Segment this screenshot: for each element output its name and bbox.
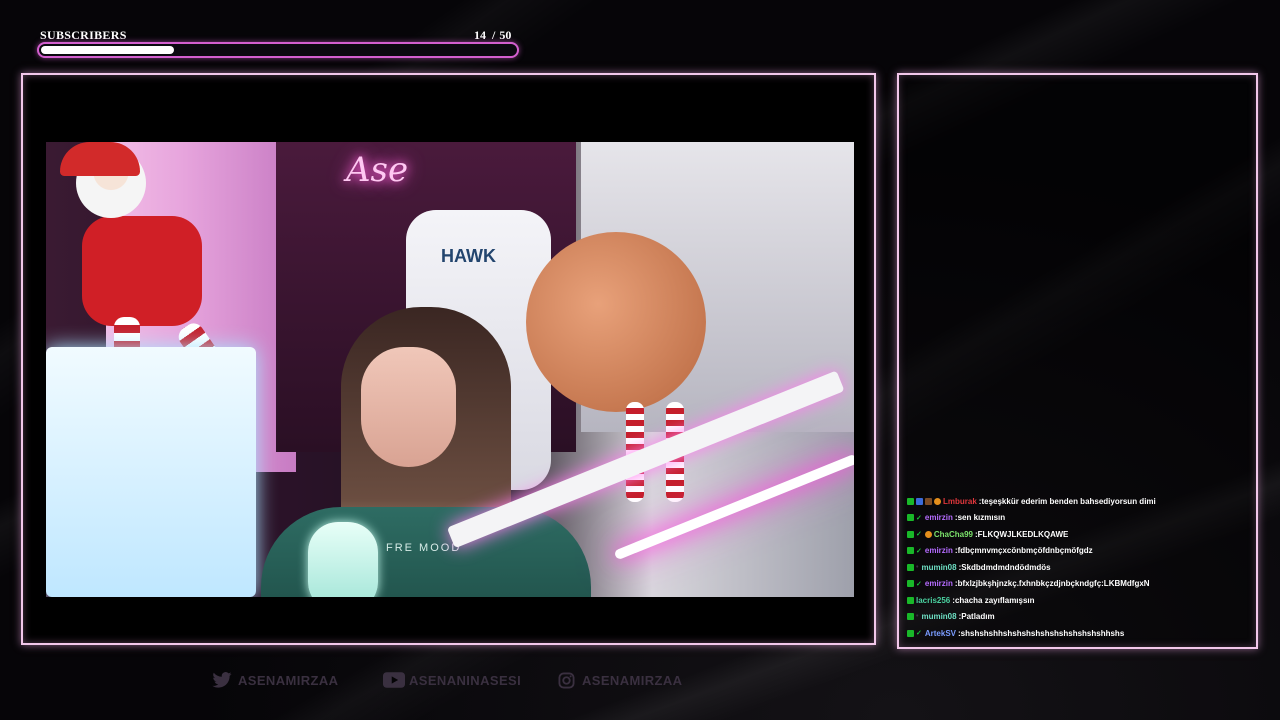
chat-username[interactable]: ArtekSV xyxy=(925,629,956,638)
chat-messages: Lmburak: teşeşkkür ederim benden bahsedi… xyxy=(907,493,1252,642)
chat-message: ✓ ArtekSV: shshshshhshshshshshshshshshshs… xyxy=(907,625,1252,642)
chat-message: • mumin08: Patladım xyxy=(907,609,1252,626)
sweater-print: FRE MOOD xyxy=(386,542,462,554)
chat-message: ✓ emirzin: bfxlzjbkşhjnzkç.fxhnbkçzdjnbçk… xyxy=(907,576,1252,593)
chat-text: teşeşkkür ederim benden bahsediyorsun di… xyxy=(981,496,1156,506)
social-youtube-label: ASENANINASESI xyxy=(409,672,522,688)
chat-message: lacris256: chacha zayıflamışsın xyxy=(907,592,1252,609)
chat-username[interactable]: emirzin xyxy=(925,546,953,555)
chat-text: chacha zayıflamışsın xyxy=(954,595,1035,605)
chat-text: FLKQWJLKEDLKQAWE xyxy=(977,529,1069,539)
microphone xyxy=(308,522,378,597)
chat-text: Skdbdmdmdndödmdös xyxy=(961,562,1051,572)
dot-icon: • xyxy=(916,613,919,621)
chat-message: Lmburak: teşeşkkür ederim benden bahsedi… xyxy=(907,493,1252,510)
sub-badge-icon xyxy=(925,497,932,505)
chat-text: bfxlzjbkşhjnzkç.fxhnbkçzdjnbçkndgfç:LKBM… xyxy=(957,579,1150,589)
mod-badge-icon xyxy=(907,563,914,571)
chair-brand-logo: HAWK xyxy=(441,246,496,266)
instagram-icon xyxy=(558,672,576,689)
social-instagram[interactable]: ASENAMIRZAA xyxy=(558,672,683,689)
mod-badge-icon xyxy=(907,596,914,604)
verified-icon: ✓ xyxy=(916,531,922,539)
twitter-icon xyxy=(212,672,232,688)
social-youtube[interactable]: ASENANINASESI xyxy=(383,672,521,688)
subscriber-goal-label: SUBSCRIBERS xyxy=(40,28,127,42)
santa-body xyxy=(82,216,202,326)
subscriber-progress-fill xyxy=(41,46,174,54)
chat-username[interactable]: mumin08 xyxy=(921,612,956,621)
chat-username[interactable]: emirzin xyxy=(925,513,953,522)
chat-username[interactable]: Lmburak xyxy=(943,497,977,506)
mod-badge-icon xyxy=(907,547,914,555)
mod-badge-icon xyxy=(907,514,914,522)
gift-badge-icon xyxy=(924,530,932,538)
social-twitter[interactable]: ASENAMIRZAA xyxy=(212,672,338,688)
mod-badge-icon xyxy=(907,629,914,637)
santa-hat xyxy=(60,142,140,176)
webcam-feed: Ase HAWK FRE MOOD xyxy=(46,142,854,597)
vip-badge-icon xyxy=(916,497,923,505)
subscriber-goal: 50 xyxy=(499,28,512,42)
gift-badge-icon xyxy=(934,497,941,505)
verified-icon: ✓ xyxy=(916,580,922,588)
subscriber-current: 14 xyxy=(474,28,486,42)
youtube-icon xyxy=(383,672,405,688)
social-twitter-label: ASENAMIRZAA xyxy=(238,672,339,688)
led-light xyxy=(613,453,854,561)
pc-case xyxy=(46,347,256,597)
chat-username[interactable]: lacris256 xyxy=(916,596,950,605)
mod-badge-icon xyxy=(907,613,914,621)
chat-username[interactable]: mumin08 xyxy=(921,563,956,572)
chat-text: sen kızmısın xyxy=(957,513,1006,523)
chat-message: ✓ ChaCha99: FLKQWJLKEDLKQAWE xyxy=(907,526,1252,543)
mod-badge-icon xyxy=(907,530,914,538)
mod-badge-icon xyxy=(907,580,914,588)
dot-icon: • xyxy=(916,563,919,571)
subscriber-goal-count: 14 /50 xyxy=(474,28,511,43)
chat-text: fdbçmnvmçxcönbmçöfdnbçmöfgdz xyxy=(957,546,1093,556)
streamer-face xyxy=(361,347,456,467)
chat-message: • mumin08: Skdbdmdmdndödmdös xyxy=(907,559,1252,576)
chat-text: Patladım xyxy=(961,612,995,622)
verified-icon: ✓ xyxy=(916,547,922,555)
chat-username[interactable]: ChaCha99 xyxy=(934,530,973,539)
mod-badge-icon xyxy=(907,497,914,505)
verified-icon: ✓ xyxy=(916,630,922,638)
neon-sign: Ase xyxy=(346,150,409,190)
chat-username[interactable]: emirzin xyxy=(925,579,953,588)
verified-icon: ✓ xyxy=(916,514,922,522)
chat-message: ✓ emirzin: fdbçmnvmçxcönbmçöfdnbçmöfgdz xyxy=(907,543,1252,560)
social-instagram-label: ASENAMIRZAA xyxy=(582,672,683,688)
chat-text: shshshshhshshshshshshshshshshshhshs xyxy=(960,628,1125,638)
subscriber-separator: / xyxy=(492,28,496,42)
subscriber-progress-bar xyxy=(37,42,519,58)
chat-message: ✓ emirzin: sen kızmısın xyxy=(907,510,1252,527)
